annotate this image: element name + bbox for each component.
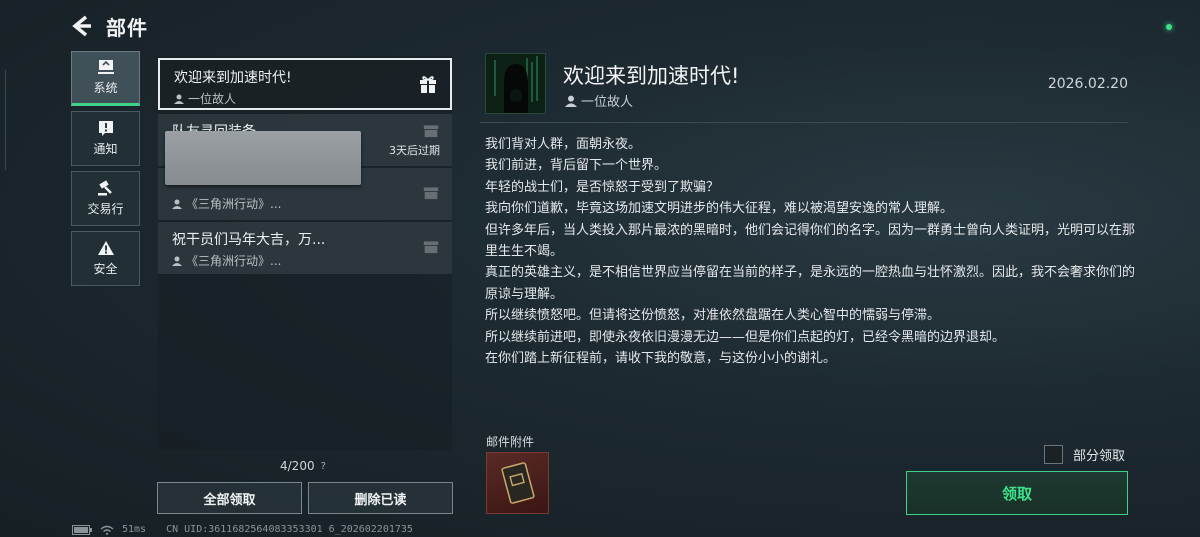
body-paragraph: 但许多年后，当人类投入那片最浓的黑暗时，他们会记得你们的名字。因为一群勇士曾向人… — [485, 222, 1136, 260]
category-label: 交易行 — [87, 202, 124, 216]
category-notice[interactable]: 通知 — [71, 111, 140, 166]
back-button[interactable] — [70, 14, 94, 38]
gift-icon — [423, 125, 439, 138]
wifi-icon — [100, 525, 114, 535]
gift-icon — [423, 187, 439, 200]
mail-count-text: 4/200 — [280, 459, 315, 473]
mail-sender: 《三角洲行动》... — [172, 252, 438, 269]
mail-list: 欢迎来到加速时代! 一位故人 队友寻回装备 3天后过期 《三角洲行动》... 祝… — [158, 56, 452, 450]
redaction-overlay — [165, 131, 361, 185]
card-item-icon — [500, 462, 535, 504]
category-label: 安全 — [93, 262, 118, 276]
back-arrow-icon — [72, 15, 91, 37]
mail-expiry: 3天后过期 — [389, 144, 440, 157]
mail-sender: 《三角洲行动》... — [172, 195, 438, 212]
mail-count: 4/200 ? — [280, 459, 326, 473]
mail-subject: 欢迎来到加速时代! — [174, 70, 292, 86]
gift-icon — [423, 241, 439, 254]
hammer-icon — [97, 180, 112, 196]
partial-claim-checkbox[interactable] — [1044, 445, 1063, 464]
mail-sender-name: 《三角洲行动》... — [186, 254, 282, 268]
body-paragraph: 我们前进，背后留下一个世界。 — [485, 158, 668, 174]
attachments-label: 邮件附件 — [486, 435, 535, 449]
category-system[interactable]: 系统 — [71, 51, 140, 106]
detail-divider — [480, 122, 1128, 123]
body-paragraph: 真正的英雄主义，是不相信世界应当停留在当前的样子，是永远的一腔热血与壮怀激烈。因… — [485, 265, 1136, 302]
category-label: 通知 — [93, 142, 118, 156]
category-label: 系统 — [93, 81, 118, 95]
mail-body: 我们背对人群，面朝永夜。 我们前进，背后留下一个世界。 年轻的战士们，是否惊怒于… — [485, 134, 1145, 369]
mail-sender-name: 一位故人 — [188, 92, 237, 106]
ping-text: 51ms — [122, 524, 147, 535]
delete-read-button[interactable]: 删除已读 — [308, 482, 453, 514]
gift-icon — [420, 76, 436, 93]
body-paragraph: 所以继续前进吧，即使永夜依旧漫漫无边——但是你们点起的灯，已经令黑暗的边界退却。 — [485, 329, 1006, 345]
sender-avatar — [485, 53, 546, 114]
mail-date: 2026.02.20 — [1047, 76, 1128, 92]
uid-text: CN UID:3611682564083353301 6_20260220173… — [166, 524, 413, 535]
alert-icon — [98, 121, 113, 136]
body-paragraph: 我向你们道歉，毕竟这场加速文明进步的伟大征程，难以被渴望安逸的常人理解。 — [485, 201, 954, 217]
help-icon[interactable]: ? — [321, 461, 326, 472]
body-paragraph: 年轻的战士们，是否惊怒于受到了欺骗？ — [485, 179, 720, 195]
online-status-dot — [1166, 24, 1172, 30]
mail-sender: 一位故人 — [174, 90, 436, 107]
monitor-icon — [97, 60, 114, 74]
person-icon — [565, 95, 577, 107]
partial-claim-label: 部分领取 — [1073, 449, 1126, 464]
top-bar: 部件 — [70, 12, 148, 40]
claim-all-button[interactable]: 全部领取 — [157, 482, 302, 514]
mail-item[interactable]: 欢迎来到加速时代! 一位故人 — [158, 58, 452, 110]
mail-item[interactable]: 祝干员们马年大吉，万... 《三角洲行动》... — [158, 222, 452, 274]
category-sidebar: 系统 通知 交易行 安全 — [71, 51, 141, 291]
page-title: 部件 — [106, 15, 148, 40]
status-bar: 51ms CN UID:3611682564083353301 6_202602… — [72, 524, 413, 535]
warning-icon — [97, 241, 114, 255]
person-icon — [172, 256, 182, 266]
body-paragraph: 在你们踏上新征程前，请收下我的敬意，与这份小小的谢礼。 — [485, 351, 837, 367]
mail-title: 欢迎来到加速时代! — [563, 64, 740, 88]
person-icon — [172, 199, 182, 209]
body-paragraph: 我们背对人群，面朝永夜。 — [485, 137, 642, 152]
battery-icon — [72, 524, 92, 535]
mail-detail-sender-name: 一位故人 — [581, 95, 634, 110]
claim-button[interactable]: 领取 — [906, 471, 1128, 515]
attachment-item[interactable] — [486, 452, 549, 514]
person-icon — [174, 94, 184, 104]
mail-subject: 祝干员们马年大吉，万... — [172, 232, 326, 248]
body-paragraph: 所以继续愤怒吧。但请将这份愤怒，对准依然盘踞在人类心智中的懦弱与停滞。 — [485, 308, 941, 324]
mail-detail-sender: 一位故人 — [565, 91, 633, 110]
edge-marker — [0, 70, 6, 170]
mail-sender-name: 《三角洲行动》... — [186, 197, 282, 211]
category-security[interactable]: 安全 — [71, 231, 140, 286]
hooded-figure-icon — [486, 54, 545, 113]
category-market[interactable]: 交易行 — [71, 171, 140, 226]
partial-claim-toggle[interactable]: 部分领取 — [1044, 445, 1125, 464]
